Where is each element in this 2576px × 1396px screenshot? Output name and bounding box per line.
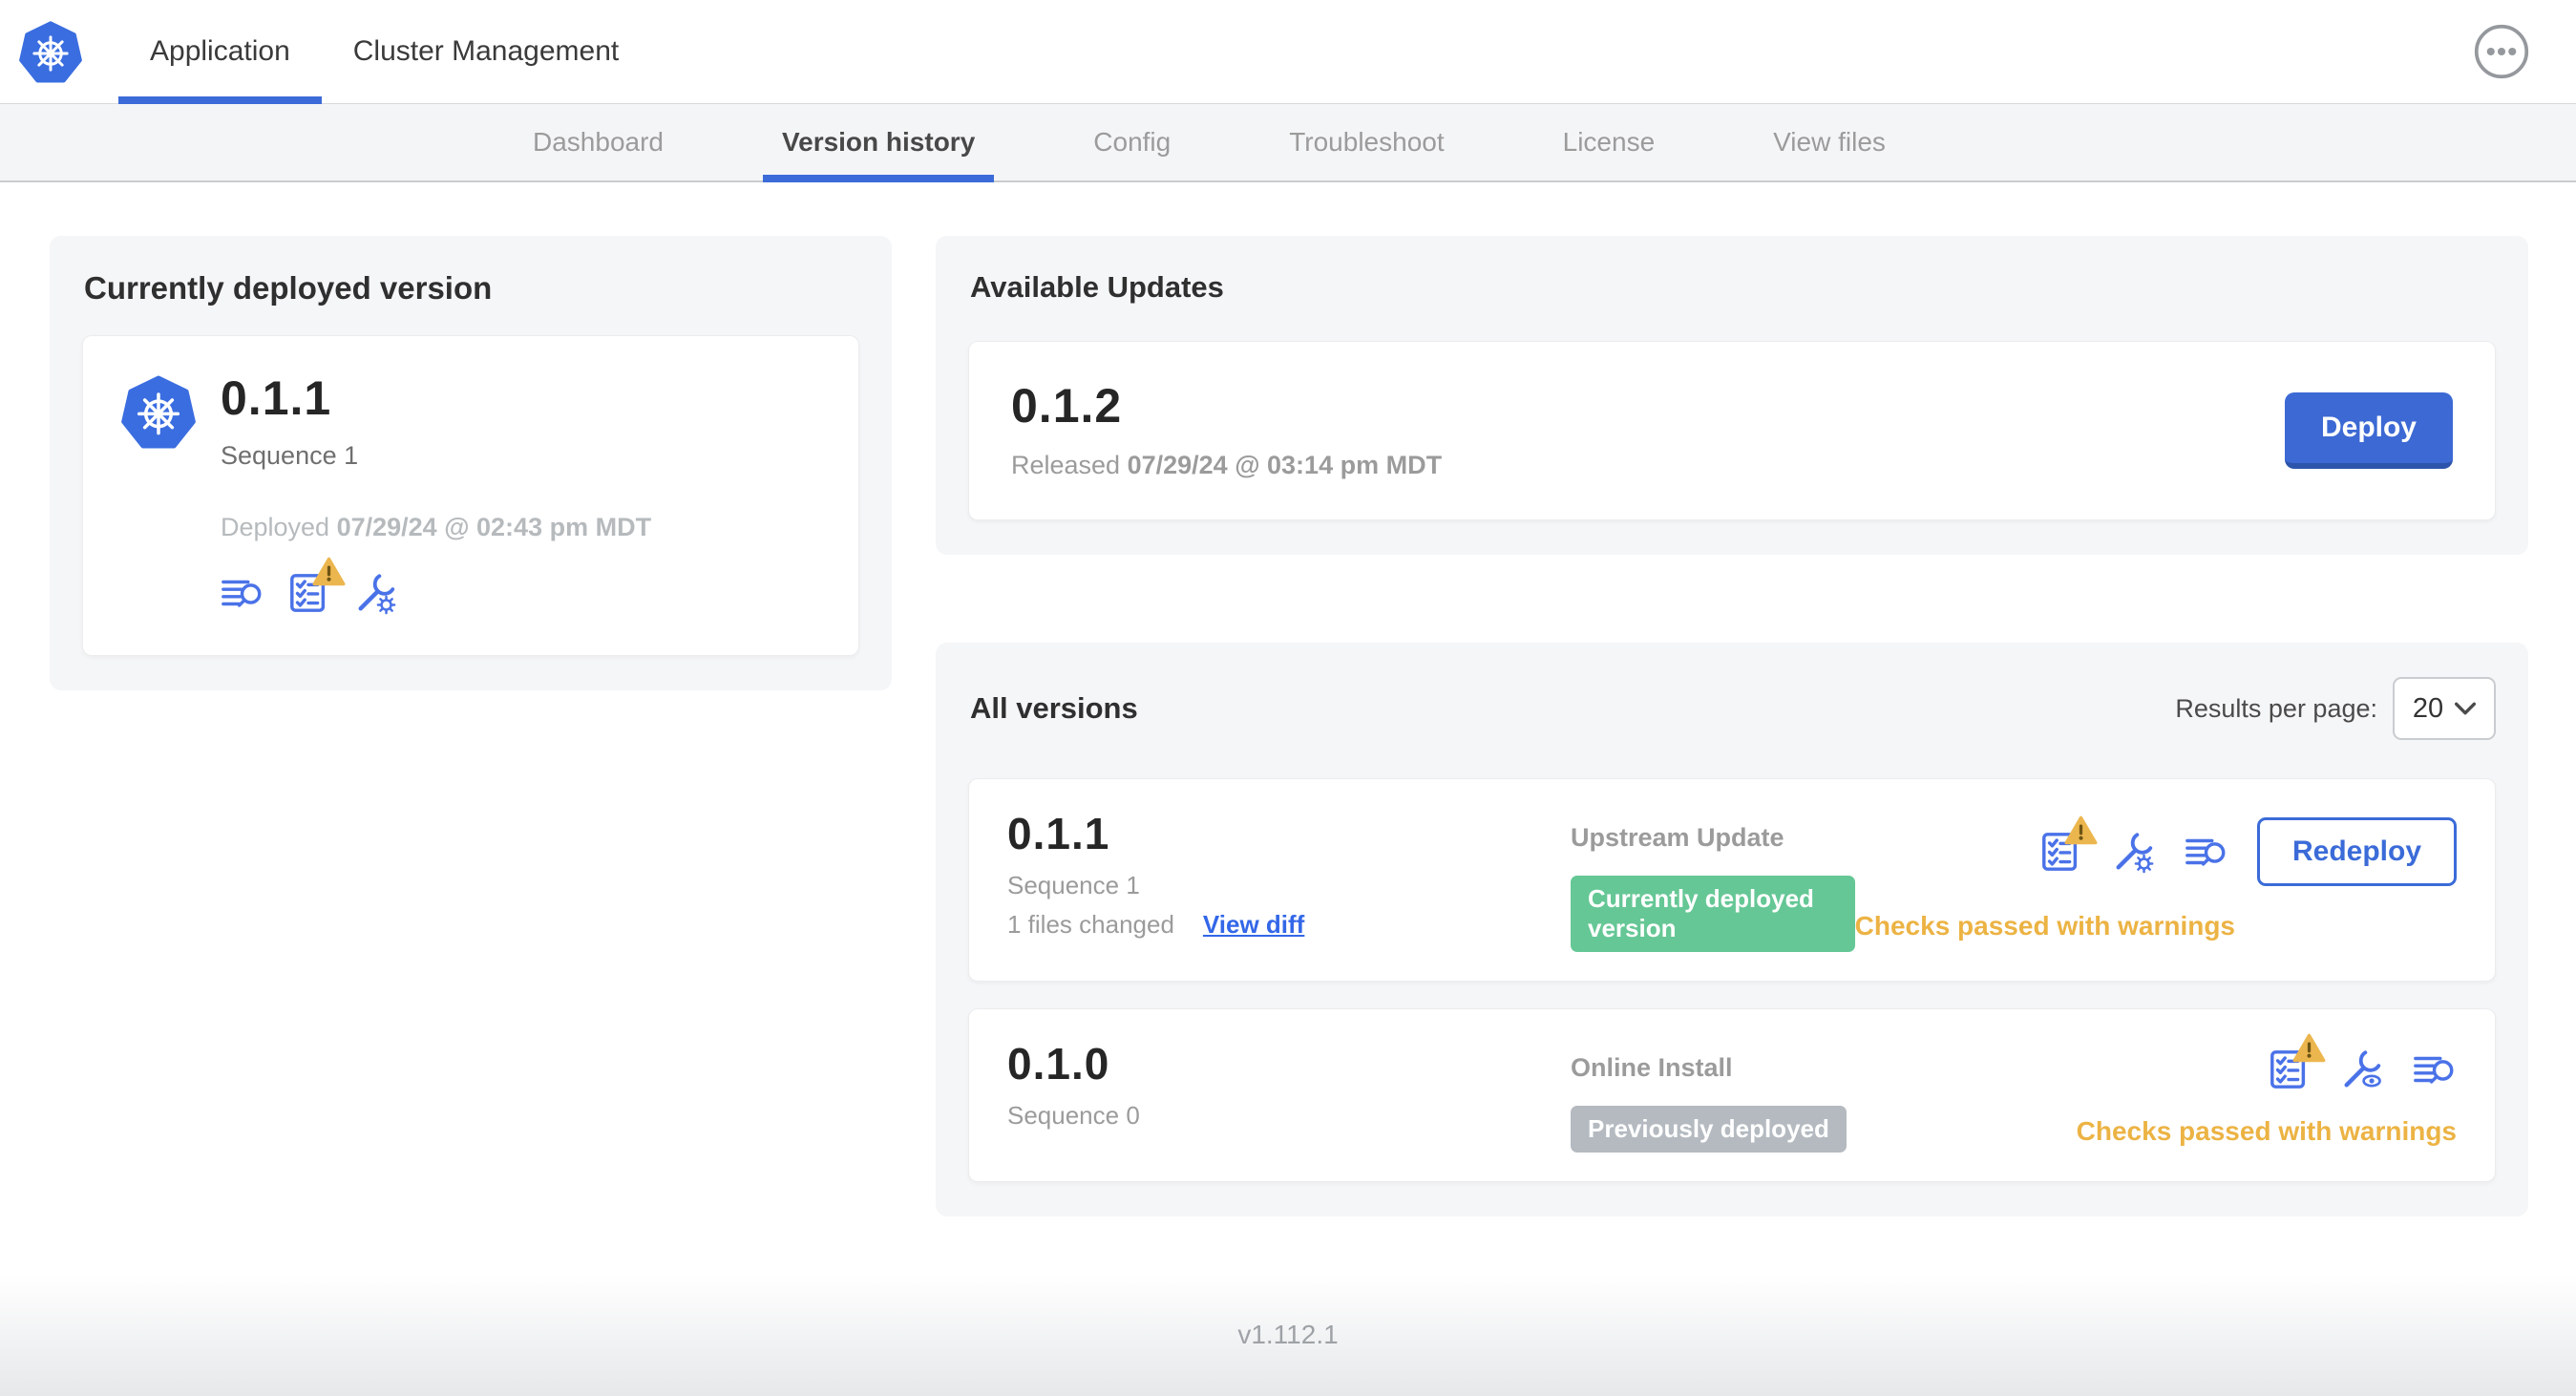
footer: v1.112.1 bbox=[0, 1274, 2576, 1396]
available-update-info: 0.1.2 Released 07/29/24 @ 03:14 pm MDT bbox=[1011, 382, 1442, 480]
available-update-card: 0.1.2 Released 07/29/24 @ 03:14 pm MDT D… bbox=[968, 341, 2496, 520]
preflight-checks-button[interactable] bbox=[2268, 1033, 2326, 1091]
log-lines-magnifier-icon bbox=[2185, 838, 2226, 866]
currently-deployed-title: Currently deployed version bbox=[84, 270, 493, 306]
subnav-view-files[interactable]: View files bbox=[1773, 104, 1886, 180]
version-row-actions: Checks passed with warnings bbox=[2077, 1033, 2457, 1147]
row-sequence: Sequence 1 bbox=[1007, 871, 1140, 899]
tab-cluster-management-label: Cluster Management bbox=[352, 35, 620, 67]
console-version: v1.112.1 bbox=[1237, 1320, 1339, 1349]
log-lines-magnifier-icon bbox=[2414, 1056, 2454, 1084]
tab-application[interactable]: Application bbox=[118, 0, 322, 104]
version-row-source: Upstream Update Currently deployed versi… bbox=[1571, 812, 1855, 952]
version-row-info: 0.1.1 Sequence 1 1 files changed View di… bbox=[1007, 812, 1571, 940]
results-per-page-select[interactable]: 20 bbox=[2393, 677, 2496, 740]
top-bar: Application Cluster Management bbox=[0, 0, 2576, 104]
kots-admin-console: Application Cluster Management Dashboard… bbox=[0, 0, 2576, 1396]
view-diff-link[interactable]: View diff bbox=[1203, 910, 1304, 940]
preflight-checks-button[interactable] bbox=[287, 557, 346, 615]
update-version-number: 0.1.2 bbox=[1011, 378, 1123, 433]
warning-triangle-icon bbox=[2292, 1033, 2326, 1063]
all-versions-panel: All versions Results per page: 20 0.1.1 … bbox=[936, 643, 2528, 1216]
version-row-actions: Redeploy Checks passed with warnings bbox=[1855, 812, 2457, 941]
deployed-timestamp: Deployed 07/29/24 @ 02:43 pm MDT bbox=[221, 513, 651, 542]
row-sequence: Sequence 0 bbox=[1007, 1101, 1140, 1130]
row-files-changed: 1 files changed View diff bbox=[1007, 910, 1571, 940]
view-logs-button[interactable] bbox=[221, 571, 264, 615]
subnav-config[interactable]: Config bbox=[1093, 104, 1171, 180]
deployed-version-actions bbox=[221, 557, 651, 615]
all-versions-header: All versions Results per page: 20 bbox=[968, 677, 2496, 740]
files-changed-label: 1 files changed bbox=[1007, 910, 1174, 939]
actions-row: Redeploy bbox=[2039, 815, 2457, 886]
available-updates-title: Available Updates bbox=[970, 270, 1224, 304]
version-row-0-1-1: 0.1.1 Sequence 1 1 files changed View di… bbox=[968, 778, 2496, 982]
more-options-button[interactable] bbox=[2473, 23, 2530, 80]
edit-config-button[interactable] bbox=[2112, 830, 2156, 874]
released-prefix: Released bbox=[1011, 450, 1121, 479]
status-badge: Currently deployed version bbox=[1571, 876, 1855, 952]
version-row-0-1-0: 0.1.0 Sequence 0 Online Install Previous… bbox=[968, 1008, 2496, 1182]
kubernetes-app-icon bbox=[121, 374, 196, 449]
results-per-page-value: 20 bbox=[2412, 692, 2444, 724]
released-date: 07/29/24 @ 03:14 pm MDT bbox=[1127, 450, 1443, 479]
results-per-page-label: Results per page: bbox=[2175, 693, 2377, 723]
tab-application-label: Application bbox=[150, 35, 290, 67]
edit-config-button[interactable] bbox=[354, 571, 398, 615]
currently-deployed-panel: Currently deployed version 0.1.1 Sequenc… bbox=[50, 236, 892, 690]
deployed-prefix: Deployed bbox=[221, 513, 330, 541]
app-level-tabs: Application Cluster Management bbox=[118, 0, 650, 104]
subnav-license[interactable]: License bbox=[1563, 104, 1656, 180]
all-versions-title: All versions bbox=[970, 691, 1138, 725]
wrench-gear-icon bbox=[2116, 833, 2154, 874]
view-logs-button[interactable] bbox=[2185, 830, 2228, 874]
deployed-date: 07/29/24 @ 02:43 pm MDT bbox=[336, 513, 652, 541]
version-row-source: Online Install Previously deployed bbox=[1571, 1042, 2077, 1153]
row-version-number: 0.1.1 bbox=[1007, 809, 1110, 858]
row-version-number: 0.1.0 bbox=[1007, 1039, 1110, 1089]
deployed-sequence: Sequence 1 bbox=[221, 441, 359, 470]
available-updates-panel: Available Updates 0.1.2 Released 07/29/2… bbox=[936, 236, 2528, 555]
warning-triangle-icon bbox=[2064, 815, 2098, 845]
wrench-gear-icon bbox=[358, 574, 396, 615]
wrench-eye-icon bbox=[2344, 1050, 2381, 1088]
chevron-down-icon bbox=[2455, 702, 2477, 715]
right-column: Available Updates 0.1.2 Released 07/29/2… bbox=[936, 236, 2528, 1216]
checks-status-link[interactable]: Checks passed with warnings bbox=[2077, 1116, 2457, 1147]
source-label: Upstream Update bbox=[1571, 823, 1784, 852]
actions-row bbox=[2268, 1033, 2457, 1091]
status-badge: Previously deployed bbox=[1571, 1106, 1847, 1153]
ellipsis-circle-icon bbox=[2474, 24, 2529, 79]
update-released-line: Released 07/29/24 @ 03:14 pm MDT bbox=[1011, 451, 1442, 480]
source-label: Online Install bbox=[1571, 1053, 1733, 1082]
log-lines-magnifier-icon bbox=[222, 580, 262, 607]
deploy-button[interactable]: Deploy bbox=[2284, 392, 2453, 469]
subnav-dashboard[interactable]: Dashboard bbox=[533, 104, 664, 180]
deployed-version-number: 0.1.1 bbox=[221, 371, 332, 425]
currently-deployed-card: 0.1.1 Sequence 1 Deployed 07/29/24 @ 02:… bbox=[82, 335, 859, 656]
results-per-page: Results per page: 20 bbox=[2175, 677, 2496, 740]
tab-cluster-management[interactable]: Cluster Management bbox=[322, 0, 650, 103]
warning-triangle-icon bbox=[312, 557, 346, 586]
version-history-page: Currently deployed version 0.1.1 Sequenc… bbox=[0, 182, 2576, 1274]
checks-status-link[interactable]: Checks passed with warnings bbox=[1855, 911, 2235, 941]
subnav-troubleshoot[interactable]: Troubleshoot bbox=[1289, 104, 1444, 180]
subnav-version-history[interactable]: Version history bbox=[762, 104, 995, 182]
redeploy-button[interactable]: Redeploy bbox=[2256, 817, 2457, 886]
view-config-button[interactable] bbox=[2340, 1047, 2384, 1091]
preflight-checks-button[interactable] bbox=[2039, 815, 2098, 874]
kubernetes-logo bbox=[19, 20, 82, 83]
view-logs-button[interactable] bbox=[2413, 1047, 2457, 1091]
version-row-info: 0.1.0 Sequence 0 bbox=[1007, 1042, 1571, 1131]
app-subnav: Dashboard Version history Config Trouble… bbox=[0, 104, 2576, 182]
